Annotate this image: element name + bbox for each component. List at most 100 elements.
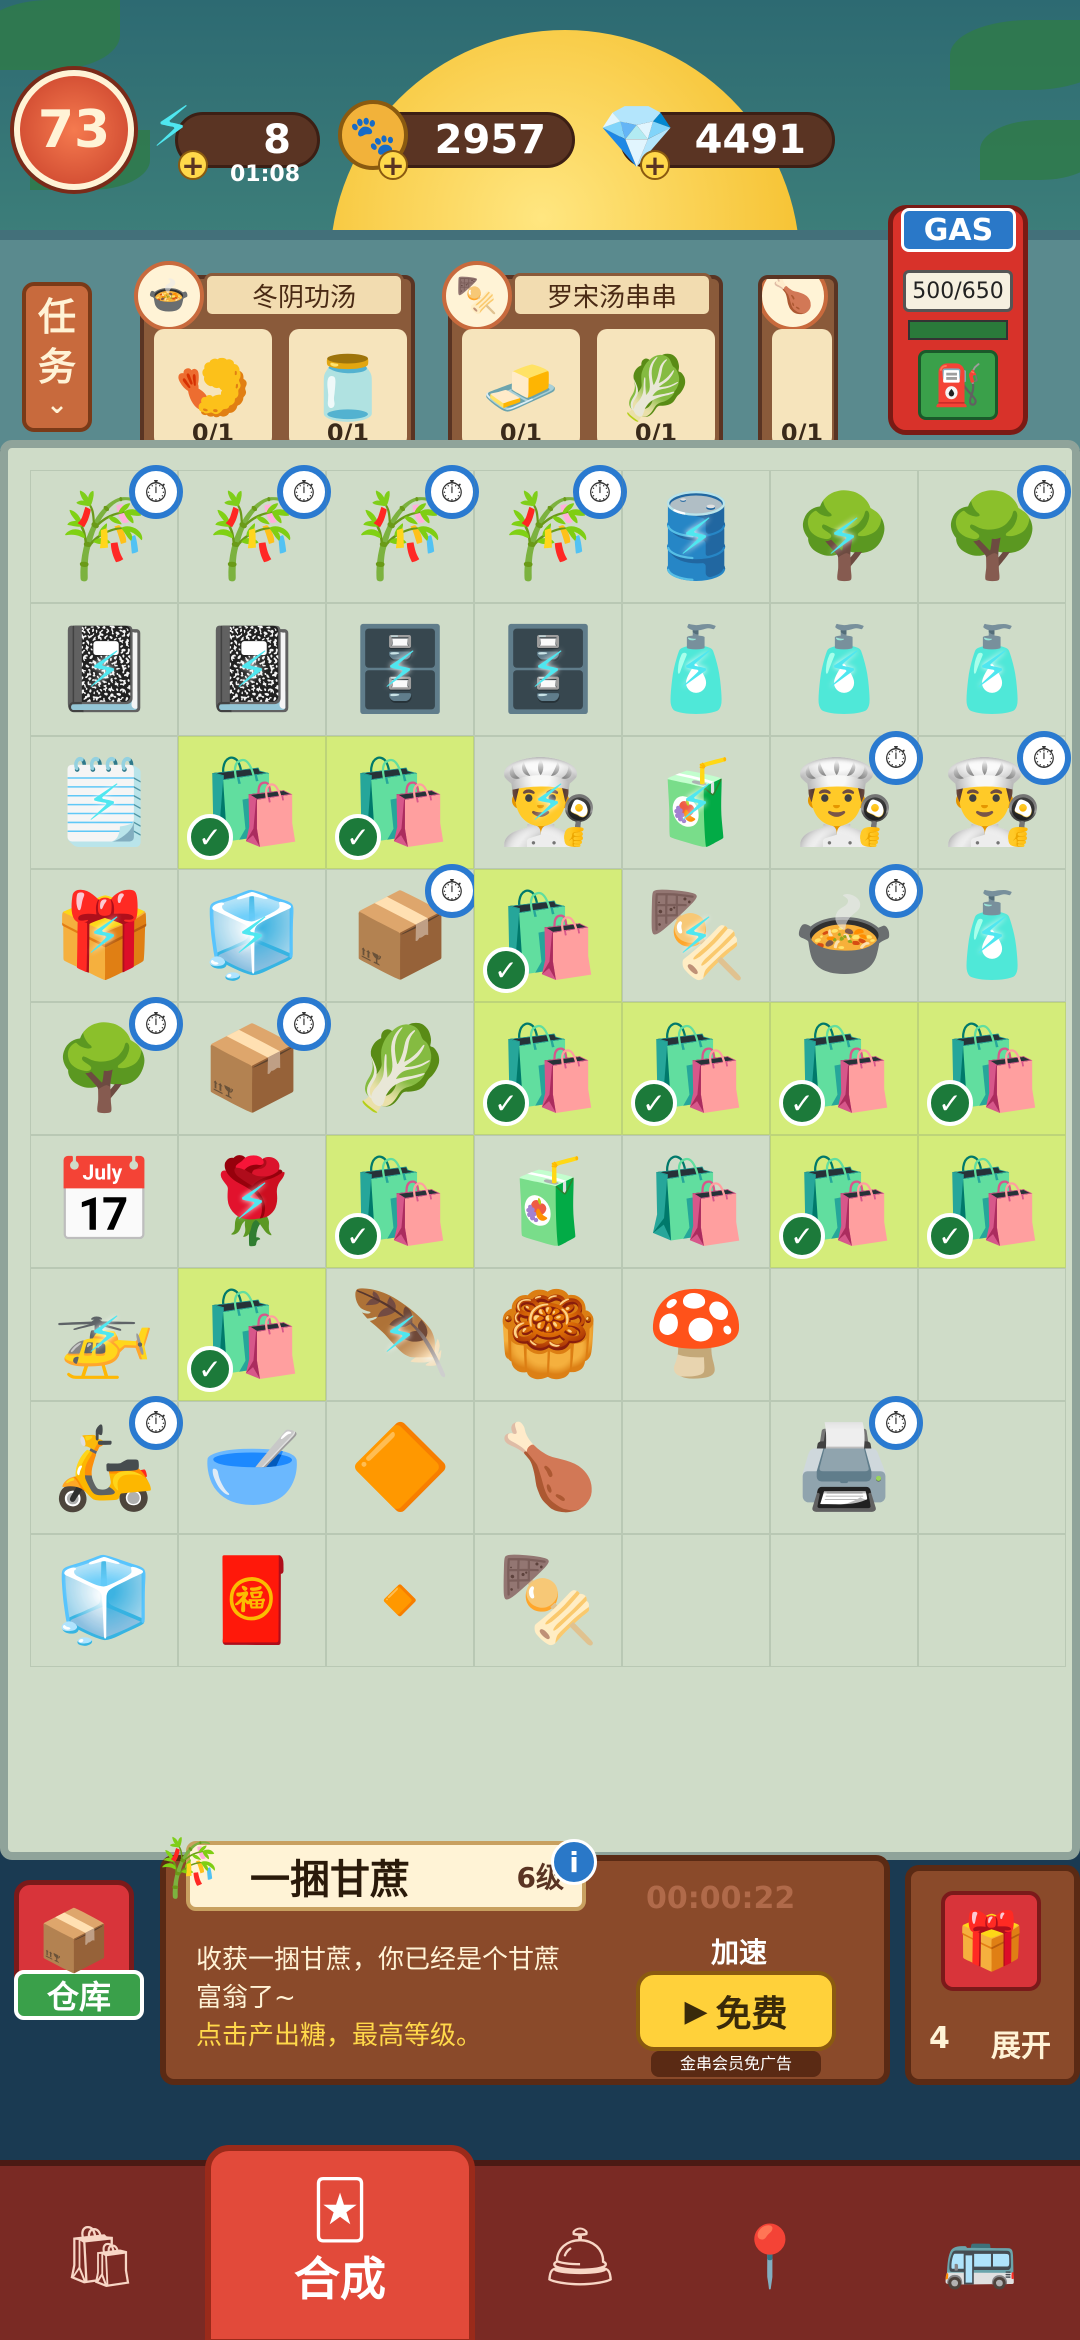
order-card[interactable]: 🍗 0/1 (758, 275, 838, 450)
board-cell[interactable]: 🧴 ⚡ (918, 869, 1066, 1002)
board-cell[interactable]: 🗄️ ⚡ (474, 603, 622, 736)
locked-bolt-icon: ⚡ (678, 906, 714, 965)
board-cell[interactable]: 🧴 ⚡ (770, 603, 918, 736)
board-cell[interactable]: 🧧 (178, 1534, 326, 1667)
locked-bolt-icon: ⚡ (234, 906, 270, 965)
board-cell[interactable] (918, 1401, 1066, 1534)
board-cell[interactable]: 🛵 ⏱ (30, 1396, 183, 1534)
order-card[interactable]: 罗宋汤串串 🍢 🧈 0/1 🥬 0/1 (442, 261, 723, 450)
bus-icon[interactable]: 🚌 (920, 2196, 1040, 2316)
board-cell[interactable] (770, 1534, 918, 1667)
board-cell[interactable]: 👨‍🍳 ⚡ (474, 736, 622, 869)
check-icon: ✓ (631, 1080, 677, 1126)
service-bell-icon[interactable]: 🛎 (520, 2196, 640, 2316)
player-level-badge[interactable]: 73 (14, 70, 134, 190)
info-icon[interactable]: i (551, 1839, 597, 1885)
board-cell[interactable]: 🛍️ ✓ (178, 1268, 326, 1401)
add-coins-button[interactable]: + (378, 149, 408, 182)
board-cell[interactable]: 🎋 ⏱ (474, 465, 627, 603)
board-cell[interactable]: 🎁 ⚡ (30, 869, 178, 1002)
free-speed-up-button[interactable]: ▶ 免费 (636, 1971, 836, 2051)
board-cell[interactable]: 📦 ⏱ (178, 997, 331, 1135)
board-cell[interactable]: 👨‍🍳 ⏱ (918, 731, 1071, 869)
board-cell[interactable]: 🛢️ ⚡ (622, 470, 770, 603)
board-cell[interactable]: 🍢 (474, 1534, 622, 1667)
board-cell[interactable]: 🧃 ⚡ (622, 736, 770, 869)
board-cell[interactable]: 🌳 ⏱ (30, 997, 183, 1135)
board-cell[interactable]: 🖨️ ⏱ (770, 1396, 923, 1534)
board-cell[interactable]: 🛍️ ✓ (326, 736, 474, 869)
warehouse-button[interactable]: 📦 仓库 (14, 1880, 144, 2040)
board-cell[interactable]: 📓 ⚡ (30, 603, 178, 736)
expand-panel-button[interactable]: 🎁 4 展开 (905, 1865, 1080, 2085)
board-cell[interactable]: 📓 ⚡ (178, 603, 326, 736)
board-cell[interactable]: 🛍️ ✓ (770, 1002, 918, 1135)
board-cell[interactable]: 📦 ⏱ (326, 864, 479, 1002)
board-cell[interactable]: 🌳 ⏱ (918, 465, 1071, 603)
locked-bolt-icon: ⚡ (974, 640, 1010, 699)
board-cell[interactable]: 🧴 ⚡ (622, 603, 770, 736)
board-cell[interactable]: 🧃 (474, 1135, 622, 1268)
board-cell[interactable]: 🛍️ ✓ (770, 1135, 918, 1268)
add-gems-button[interactable]: + (640, 149, 670, 182)
shop-bag-icon[interactable]: 🛍 (40, 2196, 160, 2316)
order-card[interactable]: 冬阴功汤 🍲 🍤 0/1 🫙 0/1 (134, 261, 415, 450)
board-cell[interactable]: 🛍️ ✓ (474, 1002, 622, 1135)
board-cell[interactable]: 🍢 ⚡ (622, 869, 770, 1002)
board-cell[interactable]: 🛍️ ✓ (474, 869, 622, 1002)
free-label: 免费 (715, 1994, 788, 2035)
board-cell[interactable]: 🛍️ ✓ (326, 1135, 474, 1268)
board-cell[interactable] (918, 1268, 1066, 1401)
gas-gauge (908, 320, 1008, 340)
tasks-button[interactable]: 任 务 ⌄ (22, 282, 92, 432)
vip-note: 金串会员免广告 (651, 2051, 821, 2077)
board-cell[interactable]: 🧴 ⚡ (918, 603, 1066, 736)
board-cell[interactable]: 🛍️ ✓ (622, 1002, 770, 1135)
locked-bolt-icon: ⚡ (86, 1305, 122, 1364)
board-cell[interactable] (622, 1534, 770, 1667)
chevron-down-icon: ⌄ (46, 390, 68, 420)
merge-tab[interactable]: 🃏 合成 (205, 2145, 475, 2340)
gas-pump[interactable]: GAS 500/650 ⛽ (888, 205, 1028, 435)
board-cell[interactable]: 🍗 (474, 1401, 622, 1534)
map-pin-icon[interactable]: 📍 (710, 2196, 830, 2316)
board-cell[interactable]: 🧊 ⚡ (178, 869, 326, 1002)
board-cell[interactable]: 🔸 (326, 1534, 474, 1667)
check-icon: ✓ (779, 1213, 825, 1259)
board-cell[interactable]: 👨‍🍳 ⏱ (770, 731, 923, 869)
board-cell[interactable]: 🌳 ⚡ (770, 470, 918, 603)
tofu-icon: 🧈 (482, 351, 560, 424)
locked-bolt-icon: ⚡ (678, 640, 714, 699)
board-cell[interactable]: 🚁 ⚡ (30, 1268, 178, 1401)
add-energy-button[interactable]: + (178, 149, 208, 182)
board-cell[interactable]: 🗄️ ⚡ (326, 603, 474, 736)
board-cell[interactable]: 🛍️ ✓ (918, 1002, 1066, 1135)
board-cell[interactable]: 🔶 (326, 1401, 474, 1534)
item-description-line1: 收获一捆甘蔗，你已经是个甘蔗富翁了~ (196, 1945, 561, 2013)
board-cell[interactable] (918, 1534, 1066, 1667)
board-cell[interactable]: 🍲 ⏱ (770, 864, 923, 1002)
board-cell[interactable]: 🥮 (474, 1268, 622, 1401)
expand-label: 展开 (991, 2029, 1051, 2064)
board-cell[interactable]: 🎋 ⏱ (30, 465, 183, 603)
board-cell[interactable]: 🎋 ⏱ (178, 465, 331, 603)
item-info-panel: 一捆甘蔗 6级 🎋 i 00:00:22 收获一捆甘蔗，你已经是个甘蔗富翁了~ … (154, 1836, 890, 2085)
board-cell[interactable] (622, 1401, 770, 1534)
board-cell[interactable]: 🌹 ⚡ (178, 1135, 326, 1268)
board-cell[interactable]: 🎋 ⏱ (326, 465, 479, 603)
board-cell[interactable]: 🥬 (326, 1002, 474, 1135)
red-chest-icon: 🎁 (941, 1891, 1041, 1991)
board-cell[interactable]: 🧊 (30, 1534, 178, 1667)
order-slot: 🥬 0/1 (597, 329, 715, 447)
board-cell[interactable]: 🛍️ ✓ (178, 736, 326, 869)
board-cell[interactable] (770, 1268, 918, 1401)
item-description: 收获一捆甘蔗，你已经是个甘蔗富翁了~ 点击产出糖，最高等级。 (196, 1941, 576, 2055)
order-title: 冬阴功汤 (204, 273, 404, 317)
board-cell[interactable]: 🥣 (178, 1401, 326, 1534)
board-cell[interactable]: 🍄 (622, 1268, 770, 1401)
board-cell[interactable]: 🛍️ (622, 1135, 770, 1268)
board-cell[interactable]: 🪶 ⚡ (326, 1268, 474, 1401)
board-cell[interactable]: 🛍️ ✓ (918, 1135, 1066, 1268)
board-cell[interactable]: 🗒️ ⚡ (30, 736, 178, 869)
board-cell[interactable]: 📅 (30, 1135, 178, 1268)
